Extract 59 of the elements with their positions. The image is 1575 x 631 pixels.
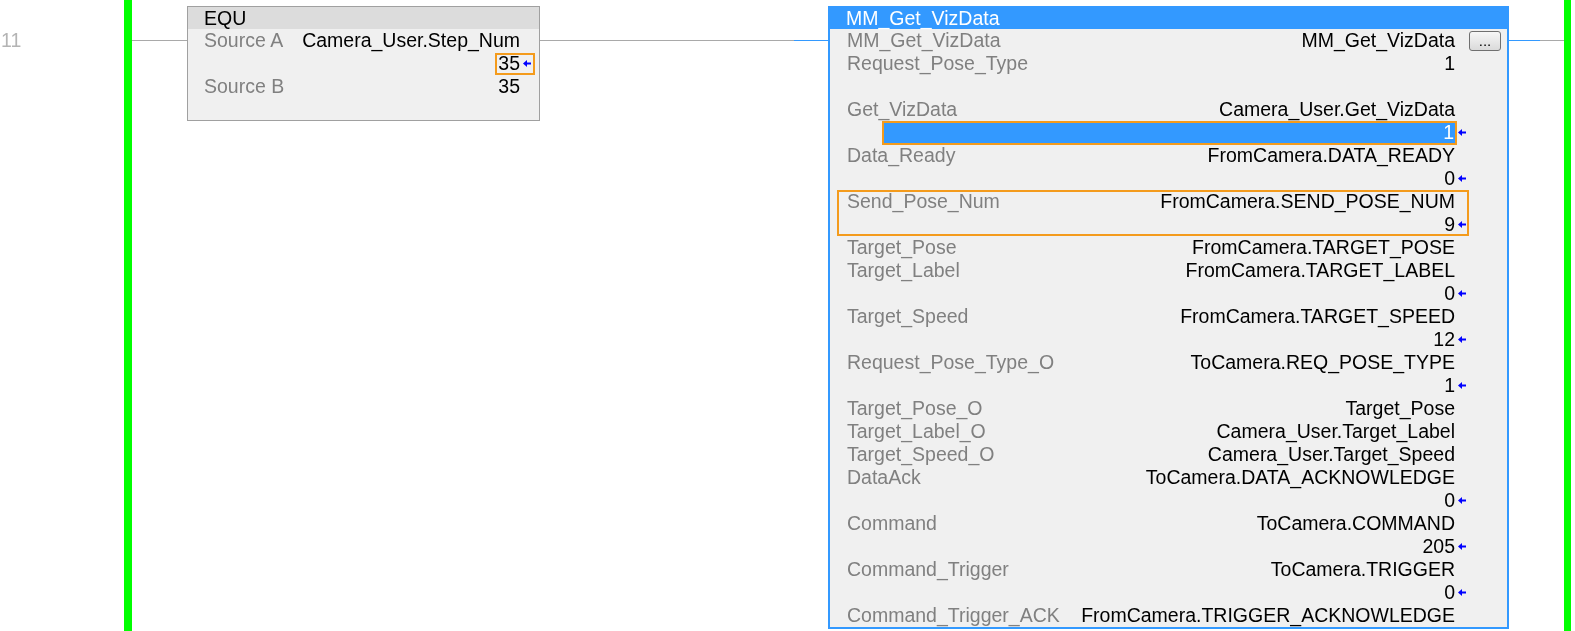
live-value: 0: [1444, 489, 1455, 512]
parameter-name: Send_Pose_Num: [847, 190, 1000, 213]
ellipsis-button[interactable]: ...: [1469, 30, 1501, 51]
tag-name: Camera_User.Target_Speed: [1207, 443, 1455, 466]
tag-name: FromCamera.TRIGGER_ACKNOWLEDGE: [1081, 604, 1455, 627]
live-value: 35: [498, 52, 520, 75]
live-value: 1: [1444, 374, 1455, 397]
tag-name: FromCamera.TARGET_POSE: [1192, 236, 1455, 259]
left-arrow-icon: [1458, 543, 1466, 550]
parameter-name: Data_Ready: [847, 144, 956, 167]
parameter-name: Target_Label: [847, 259, 960, 282]
parameter-name: Source A: [204, 29, 284, 52]
tag-name: FromCamera.TARGET_SPEED: [1180, 305, 1455, 328]
parameter-name: Command_Trigger_ACK: [847, 604, 1060, 627]
parameter-name: Target_Pose: [847, 236, 957, 259]
tag-name: FromCamera.DATA_READY: [1207, 144, 1455, 167]
tag-name: 1: [1444, 52, 1455, 75]
tag-name: 35: [498, 75, 520, 98]
left-arrow-icon: [1458, 290, 1466, 297]
left-arrow-icon: [1458, 221, 1466, 228]
live-value: 12: [1433, 328, 1455, 351]
live-value: 0: [1444, 282, 1455, 305]
tag-name: ToCamera.DATA_ACKNOWLEDGE: [1145, 466, 1455, 489]
parameter-name: Target_Speed: [847, 305, 969, 328]
parameter-name: Target_Label_O: [847, 420, 986, 443]
left-arrow-icon: [1458, 497, 1466, 504]
live-value: 0: [1444, 581, 1455, 604]
parameter-name: Source B: [204, 75, 285, 98]
live-value: 0: [1444, 167, 1455, 190]
tag-name: ToCamera.COMMAND: [1256, 512, 1455, 535]
left-arrow-icon: [1458, 336, 1466, 343]
tag-name: FromCamera.SEND_POSE_NUM: [1160, 190, 1455, 213]
parameter-name: Target_Pose_O: [847, 397, 983, 420]
parameter-name: Request_Pose_Type: [847, 52, 1029, 75]
left-arrow-icon: [1458, 175, 1466, 182]
parameter-name: Command_Trigger: [847, 558, 1009, 581]
left-arrow-icon: [1458, 589, 1466, 596]
tag-name: Camera_User.Target_Label: [1216, 420, 1455, 443]
tag-name: MM_Get_VizData: [1301, 29, 1455, 52]
parameter-name: Get_VizData: [847, 98, 958, 121]
live-value: 205: [1422, 535, 1455, 558]
parameter-name: Request_Pose_Type_O: [847, 351, 1055, 374]
parameter-name: MM_Get_VizData: [847, 29, 1001, 52]
instruction-title: MM_Get_VizData: [830, 8, 1507, 29]
tag-name: Camera_User.Get_VizData: [1219, 98, 1455, 121]
parameter-name: Target_Speed_O: [847, 443, 995, 466]
left-arrow-icon: [523, 60, 531, 67]
left-arrow-icon: [1458, 382, 1466, 389]
tag-name: Camera_User.Step_Num: [302, 29, 520, 52]
instruction-title: EQU: [188, 7, 539, 29]
tag-name: ToCamera.TRIGGER: [1270, 558, 1455, 581]
parameter-name: Command: [847, 512, 937, 535]
parameter-name: DataAck: [847, 466, 921, 489]
tag-name: FromCamera.TARGET_LABEL: [1185, 259, 1455, 282]
live-value: 9: [1444, 213, 1455, 236]
left-arrow-icon: [1458, 129, 1466, 136]
tag-name: ToCamera.REQ_POSE_TYPE: [1190, 351, 1455, 374]
tag-name: Target_Pose: [1345, 397, 1455, 420]
rung-number: 11: [1, 29, 22, 51]
